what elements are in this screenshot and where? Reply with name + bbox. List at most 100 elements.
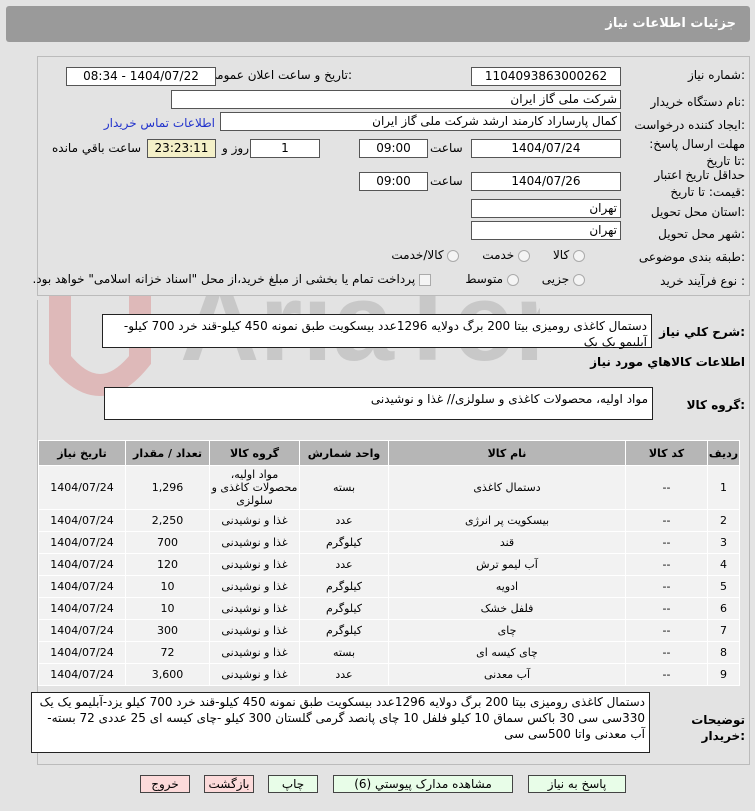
radio-minor[interactable] [573, 273, 585, 286]
quantity: 700 [125, 531, 210, 554]
unit: عدد [299, 509, 389, 532]
process-radio-group: جزیی متوسط پرداخت تمام یا بخشی از مبلغ خ… [32, 272, 585, 286]
item-name: بیسکویت پر انرژی [388, 509, 626, 532]
summary-label: شرح کلي نیاز: [659, 325, 745, 339]
page-header: جزئیات اطلاعات نیاز [6, 6, 750, 42]
exit-button[interactable]: خروج [140, 775, 190, 793]
row-number: 7 [707, 619, 740, 642]
quantity: 72 [125, 641, 210, 664]
buyer-field: شرکت ملی گاز ایران [171, 90, 621, 109]
days-label: روز و [222, 141, 249, 155]
item-group: غذا و نوشیدنی [209, 509, 300, 532]
item-code: -- [625, 553, 708, 576]
reply-button[interactable]: پاسخ به نیاز [528, 775, 626, 793]
quantity: 120 [125, 553, 210, 576]
unit: کیلوگرم [299, 597, 389, 620]
radio-goods-service[interactable] [447, 249, 460, 262]
col-row: ردیف [707, 440, 740, 466]
item-name: چای کیسه ای [388, 641, 626, 664]
radio-service-label: خدمت [482, 248, 515, 262]
table-row[interactable]: 2 -- بیسکویت پر انرژی عدد غذا و نوشیدنی 2,250… [38, 509, 740, 532]
contact-buyer-link[interactable]: اطلاعات تماس خریدار [104, 116, 215, 130]
announce-label: تاریخ و ساعت اعلان عمومی: [207, 68, 352, 82]
item-code: -- [625, 531, 708, 554]
notes-textarea[interactable]: دستمال کاغذی رومیزی بیتا 200 برگ دولایه … [31, 692, 650, 753]
quantity: 3,600 [125, 663, 210, 686]
validity-label: حداقل تاریخ اعتبار قیمت: تا تاریخ: [654, 168, 745, 199]
radio-minor-label: جزیی [541, 272, 570, 286]
need-no-field: 1104093863000262 [471, 67, 621, 86]
col-date: تاریخ نیاز [38, 440, 126, 466]
item-code: -- [625, 465, 708, 510]
table-row[interactable]: 8 -- چای کیسه ای بسته غذا و نوشیدنی 72 1404/07… [38, 641, 740, 664]
category-label: طبقه بندی موضوعی: [638, 250, 745, 264]
table-row[interactable]: 3 -- قند کیلوگرم غذا و نوشیدنی 700 1404/07/24 [38, 531, 740, 554]
table-row[interactable]: 7 -- چای کیلوگرم غذا و نوشیدنی 300 1404/07/24 [38, 619, 740, 642]
print-button[interactable]: چاپ [268, 775, 318, 793]
deadline-time-field: 09:00 [359, 139, 428, 158]
unit: بسته [299, 641, 389, 664]
goods-group-textarea[interactable]: مواد اولیه، محصولات کاغذی و سلولزی// غذا… [104, 387, 653, 420]
row-number: 1 [707, 465, 740, 510]
table-row[interactable]: 9 -- آب معدنی عدد غذا و نوشیدنی 3,600 1404/07/… [38, 663, 740, 686]
item-group: غذا و نوشیدنی [209, 575, 300, 598]
need-date: 1404/07/24 [38, 509, 126, 532]
quantity: 10 [125, 575, 210, 598]
quantity: 1,296 [125, 465, 210, 510]
item-group: مواد اولیه، محصولات کاغذی و سلولزی [209, 465, 300, 510]
radio-medium[interactable] [506, 273, 519, 286]
remaining-time-field: 23:23:11 [147, 139, 216, 158]
item-name: ادویه [388, 575, 626, 598]
row-number: 6 [707, 597, 740, 620]
table-row[interactable]: 5 -- ادویه کیلوگرم غذا و نوشیدنی 10 1404/07/24 [38, 575, 740, 598]
deadline-date-field: 1404/07/24 [471, 139, 621, 158]
item-code: -- [625, 575, 708, 598]
process-label: نوع فرآیند خرید : [660, 274, 745, 288]
need-date: 1404/07/24 [38, 663, 126, 686]
need-date: 1404/07/24 [38, 575, 126, 598]
radio-service[interactable] [518, 249, 531, 262]
deadline-time-label: ساعت [430, 141, 463, 155]
announce-field: 1404/07/22 - 08:34 [66, 67, 216, 86]
goods-group-label: گروه کالا: [686, 398, 745, 412]
back-button[interactable]: بازگشت [204, 775, 254, 793]
table-row[interactable]: 4 -- آب لیمو ترش عدد غذا و نوشیدنی 120 1404/07… [38, 553, 740, 576]
radio-medium-label: متوسط [465, 272, 504, 286]
need-date: 1404/07/24 [38, 619, 126, 642]
row-number: 8 [707, 641, 740, 664]
item-code: -- [625, 641, 708, 664]
item-name: فلفل خشک [388, 597, 626, 620]
row-number: 9 [707, 663, 740, 686]
table-row[interactable]: 6 -- فلفل خشک کیلوگرم غذا و نوشیدنی 10 1404/07… [38, 597, 740, 620]
item-group: غذا و نوشیدنی [209, 531, 300, 554]
col-name: نام کالا [388, 440, 626, 466]
item-name: آب معدنی [388, 663, 626, 686]
table-row[interactable]: 1 -- دستمال کاغذی بسته مواد اولیه، محصولات ک… [38, 465, 740, 510]
attachments-button[interactable]: مشاهده مدارک پیوستي (6) [333, 775, 513, 793]
remaining-label: ساعت باقي مانده [52, 141, 142, 155]
unit: کیلوگرم [299, 575, 389, 598]
table-header-row: ردیف کد کالا نام کالا واحد شمارش گروه کا… [38, 440, 740, 466]
col-code: کد کالا [625, 440, 708, 466]
quantity: 2,250 [125, 509, 210, 532]
creator-label: ایجاد کننده درخواست: [634, 118, 745, 132]
treasury-checkbox[interactable] [419, 273, 432, 286]
need-date: 1404/07/24 [38, 641, 126, 664]
need-date: 1404/07/24 [38, 531, 126, 554]
need-date: 1404/07/24 [38, 553, 126, 576]
radio-goods[interactable] [573, 249, 585, 262]
unit: بسته [299, 465, 389, 510]
notes-label: توضیحات خریدار: [691, 713, 745, 743]
city-label: شهر محل تحویل: [658, 227, 745, 241]
goods-section-title: اطلاعات کالاهاي مورد نیاز [590, 355, 745, 369]
goods-table: ردیف کد کالا نام کالا واحد شمارش گروه کا… [38, 440, 740, 686]
quantity: 300 [125, 619, 210, 642]
col-unit: واحد شمارش [299, 440, 389, 466]
summary-textarea[interactable]: دستمال کاغذی رومیزی بیتا 200 برگ دولایه … [102, 314, 652, 349]
need-date: 1404/07/24 [38, 465, 126, 510]
province-label: استان محل تحویل: [650, 205, 745, 219]
item-group: غذا و نوشیدنی [209, 663, 300, 686]
need-no-label: شماره نیاز: [687, 68, 745, 82]
item-group: غذا و نوشیدنی [209, 641, 300, 664]
item-code: -- [625, 509, 708, 532]
